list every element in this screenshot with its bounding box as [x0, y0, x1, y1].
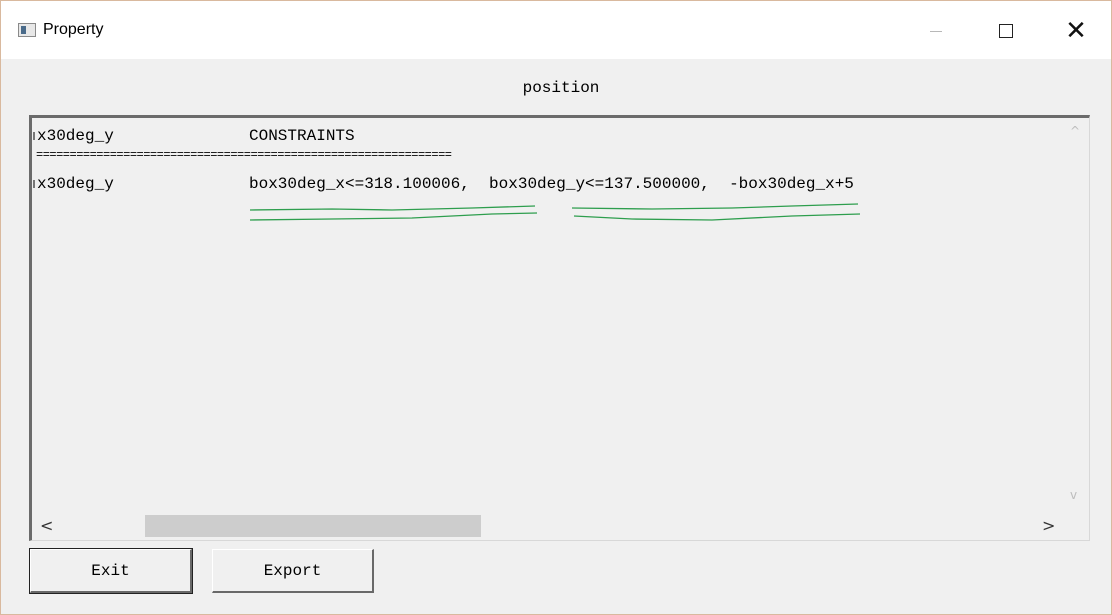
vertical-scrollbar[interactable]: ^ v	[1061, 118, 1089, 513]
scroll-up-icon[interactable]: ^	[1070, 124, 1080, 138]
underline-y-constraint-2	[573, 213, 861, 221]
text-content: x30deg_y CONSTRAINTS ===================…	[32, 118, 1062, 513]
scroll-right-icon[interactable]: >	[1042, 516, 1055, 535]
close-icon: ✕	[1065, 16, 1087, 46]
scroll-left-icon[interactable]: <	[40, 516, 53, 535]
minimize-icon	[930, 30, 942, 32]
maximize-icon	[999, 24, 1013, 38]
minimize-button[interactable]	[913, 9, 959, 53]
window-title: Property	[43, 21, 104, 38]
scrollbar-corner	[1061, 512, 1089, 540]
constraints-text-area[interactable]: x30deg_y CONSTRAINTS ===================…	[29, 115, 1090, 541]
app-icon	[18, 23, 36, 37]
close-button[interactable]: ✕	[1053, 9, 1099, 53]
horizontal-scrollbar[interactable]: < >	[32, 512, 1062, 540]
exit-button[interactable]: Exit	[29, 548, 193, 594]
export-button[interactable]: Export	[212, 549, 374, 593]
title-bar[interactable]: Property ✕	[1, 1, 1111, 59]
scroll-down-icon[interactable]: v	[1070, 488, 1077, 502]
horizontal-scroll-thumb[interactable]	[145, 515, 481, 537]
property-window: Property ✕ position x30deg_y CONSTRAINTS…	[0, 0, 1112, 615]
green-underline-annotations	[249, 203, 861, 221]
underline-y-constraint	[571, 203, 859, 210]
maximize-button[interactable]	[983, 9, 1029, 53]
section-heading: position	[522, 79, 600, 97]
underline-x-constraint	[249, 205, 536, 211]
underline-x-constraint-2	[249, 212, 538, 221]
